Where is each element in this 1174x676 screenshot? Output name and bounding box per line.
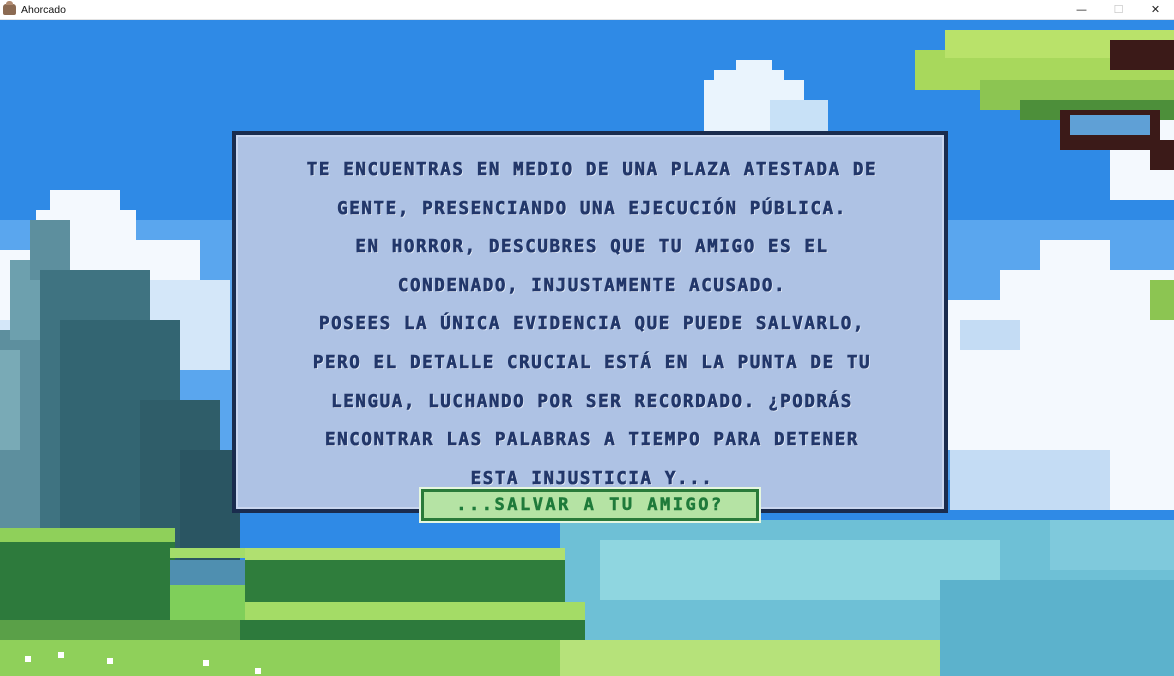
story-panel: Te encuentras en medio de una plaza ates…	[232, 131, 948, 513]
continue-button[interactable]: ...salvar a tu amigo?	[419, 487, 761, 523]
maximize-button[interactable]: ☐	[1100, 0, 1137, 19]
story-text: Te encuentras en medio de una plaza ates…	[306, 160, 878, 489]
window-title: Ahorcado	[21, 3, 66, 16]
close-button[interactable]: ✕	[1137, 0, 1174, 19]
minimize-button[interactable]: —	[1063, 0, 1100, 19]
window-titlebar: Ahorcado — ☐ ✕	[0, 0, 1174, 20]
window-controls: — ☐ ✕	[1063, 0, 1174, 19]
cake-icon	[3, 1, 16, 15]
